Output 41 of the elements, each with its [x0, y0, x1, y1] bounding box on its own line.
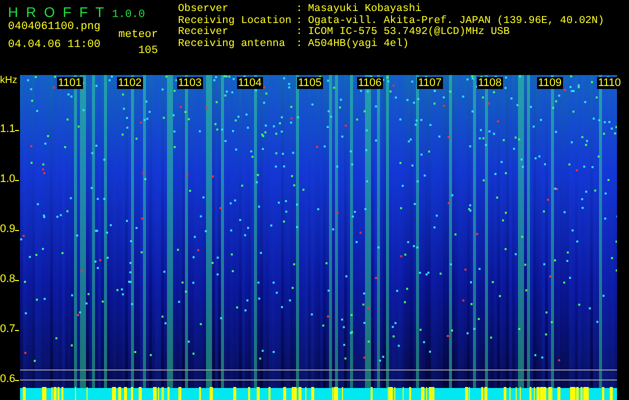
tick-mark: [15, 380, 19, 381]
info-label: Receiver: [178, 27, 230, 38]
info-label: Receiving antenna: [178, 38, 286, 50]
tick-mark: [15, 180, 19, 181]
frequency-label: 0.7: [0, 323, 16, 335]
tick-mark: [15, 280, 19, 281]
frequency-label: 0.9: [0, 223, 16, 235]
frequency-label: 1.1: [0, 123, 16, 135]
info-separator: :: [296, 4, 304, 16]
time-label: 1105: [297, 77, 323, 89]
time-label: 1107: [417, 77, 443, 89]
time-label: 1101: [57, 77, 83, 89]
frequency-label: 0.8: [0, 273, 16, 285]
time-label: 1104: [237, 77, 263, 89]
time-label: 1106: [357, 77, 383, 89]
time-label: 1108: [477, 77, 503, 89]
info-separator: :: [296, 27, 304, 38]
version-label: 1.0.0: [112, 9, 145, 21]
info-separator: :: [296, 38, 304, 50]
tick-mark: [15, 130, 19, 131]
tick-mark: [15, 230, 19, 231]
time-label: 1110: [597, 77, 622, 89]
time-label: 1102: [117, 77, 143, 89]
app-name: H R O F F T: [8, 4, 104, 20]
tick-mark: [15, 330, 19, 331]
meteor-count: 105: [138, 45, 158, 57]
info-label: Observer: [178, 4, 230, 15]
date-time: 04.04.06 11:00: [8, 39, 100, 51]
time-label: 1109: [537, 77, 563, 89]
info-value: A504HB(yagi 4el): [308, 38, 409, 50]
info-value: Ogata-vill. Akita-Pref. JAPAN (139.96E, 40.02N): [308, 16, 604, 26]
mode-label: meteor: [118, 29, 158, 41]
frequency-label: 0.6: [0, 373, 16, 385]
unit-label: kHz: [0, 75, 18, 86]
info-value: ICOM IC-575 53.7492(@LCD)MHz USB: [308, 27, 510, 38]
info-value: Masayuki Kobayashi: [308, 4, 422, 15]
file-name: 0404061100.png: [8, 21, 100, 33]
frequency-label: 1.0: [0, 173, 16, 185]
info-label: Receiving Location: [178, 16, 292, 26]
info-separator: :: [296, 16, 304, 27]
time-label: 1103: [177, 77, 203, 89]
